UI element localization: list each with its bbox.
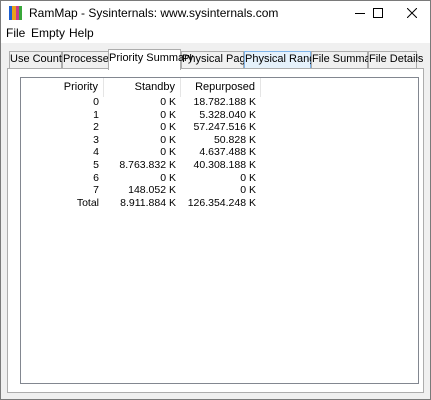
cell-priority: 3	[93, 133, 99, 146]
cell-standby: 0 K	[160, 108, 176, 121]
cell-repurposed: 50.828 K	[213, 133, 256, 146]
close-button[interactable]	[391, 1, 431, 25]
cell-standby: 0 K	[160, 121, 176, 134]
menu-file[interactable]: File	[6, 26, 25, 40]
column-header-priority[interactable]: Priority	[21, 78, 104, 97]
cell-standby: 0 K	[160, 96, 176, 108]
cell-priority: 0	[93, 96, 99, 108]
tab-priority-summary[interactable]: Priority Summary	[108, 49, 193, 70]
cell-standby: 0 K	[160, 133, 176, 146]
tab-physical-ranges[interactable]: Physical Ranges	[244, 51, 327, 68]
cell-priority: 2	[93, 121, 99, 134]
tab-processes[interactable]: Processes	[62, 51, 114, 68]
cell-repurposed: 126.354.248 K	[187, 196, 256, 209]
cell-standby: 0 K	[160, 171, 176, 184]
cell-repurposed: 0 K	[240, 184, 256, 197]
cell-priority: 4	[93, 146, 99, 159]
priority-summary-panel: Priority Standby Repurposed 0 0 K 18.782.1…	[7, 68, 424, 393]
column-header-repurposed[interactable]: Repurposed	[181, 78, 261, 97]
menu-empty[interactable]: Empty	[31, 26, 65, 40]
menu-help[interactable]: Help	[69, 26, 94, 40]
cell-standby: 0 K	[160, 146, 176, 159]
column-header-standby[interactable]: Standby	[104, 78, 181, 97]
rammap-app-icon	[9, 6, 22, 20]
cell-priority: 6	[93, 171, 99, 184]
cell-priority: 7	[93, 184, 99, 197]
cell-repurposed: 4.637.488 K	[199, 146, 256, 159]
cell-repurposed: 5.328.040 K	[199, 108, 256, 121]
window-title: RamMap - Sysinternals: www.sysinternals.…	[29, 6, 279, 20]
priority-summary-list[interactable]: Priority Standby Repurposed 0 0 K 18.782.1…	[20, 77, 419, 384]
cell-priority: 1	[93, 108, 99, 121]
tab-file-details[interactable]: File Details	[368, 51, 423, 68]
cell-standby: 148.052 K	[128, 184, 176, 197]
cell-repurposed: 18.782.188 K	[193, 96, 256, 108]
cell-priority: Total	[76, 196, 99, 209]
title-bar[interactable]: RamMap - Sysinternals: www.sysinternals.…	[1, 1, 430, 25]
maximize-icon	[373, 8, 383, 18]
cell-repurposed: 57.247.516 K	[193, 121, 256, 134]
close-icon	[407, 8, 417, 18]
cell-repurposed: 0 K	[240, 171, 256, 184]
tab-file-summary[interactable]: File Summary	[311, 51, 380, 68]
cell-standby: 8.763.832 K	[119, 159, 176, 171]
rammap-window: RamMap - Sysinternals: www.sysinternals.…	[0, 0, 431, 400]
tab-strip: Use Counts Processes Priority Summary Ph…	[7, 49, 427, 70]
menu-bar: File Empty Help	[1, 25, 430, 43]
cell-priority: 5	[93, 159, 99, 171]
cell-repurposed: 40.308.188 K	[193, 159, 256, 171]
cell-standby: 8.911.884 K	[120, 196, 176, 209]
tab-use-counts[interactable]: Use Counts	[9, 51, 67, 68]
